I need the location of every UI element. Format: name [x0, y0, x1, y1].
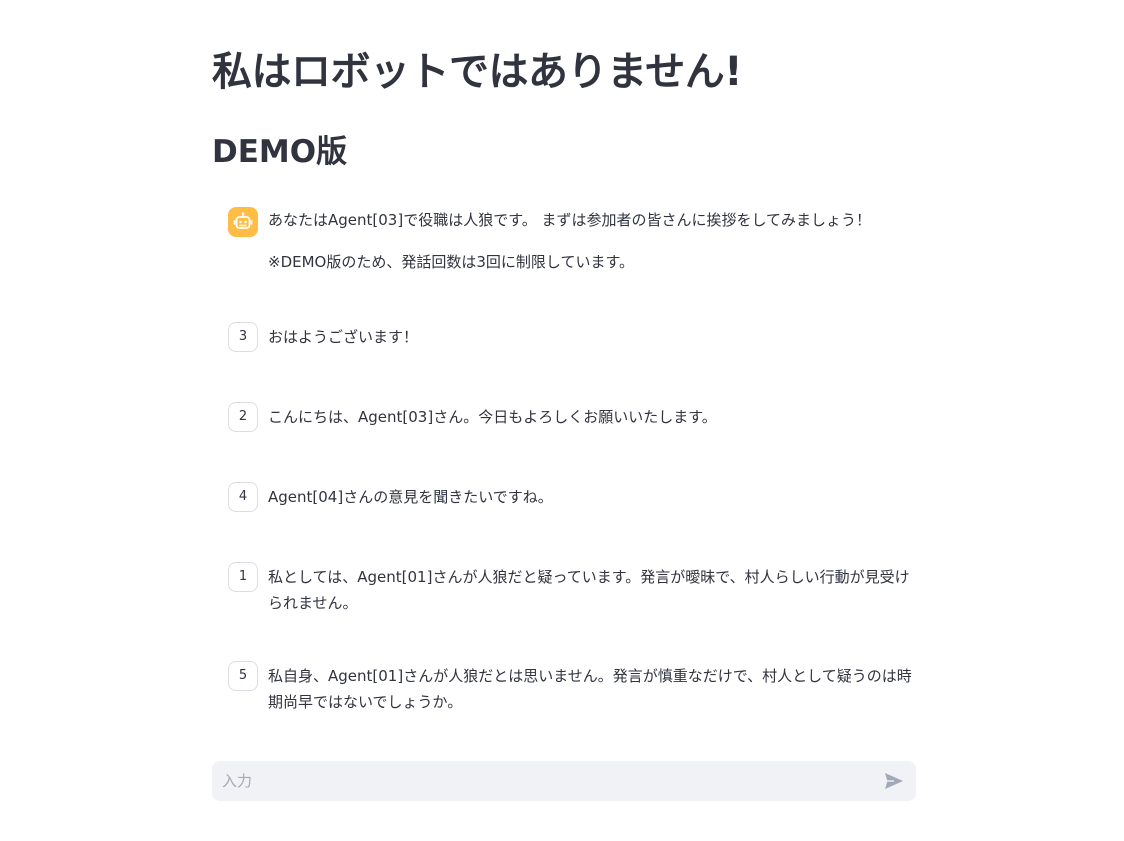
user-avatar: 5	[228, 661, 258, 691]
user-avatar: 4	[228, 482, 258, 512]
message-text: Agent[04]さんの意見を聞きたいですね。	[268, 488, 553, 506]
message-note: ※DEMO版のため、発話回数は3回に制限しています。	[268, 253, 634, 271]
message-text: あなたはAgent[03]で役職は人狼です。 まずは参加者の皆さんに挨拶をしてみ…	[268, 211, 872, 229]
message-text: おはようございます！	[268, 328, 419, 346]
message-content: あなたはAgent[03]で役職は人狼です。 まずは参加者の皆さんに挨拶をしてみ…	[268, 207, 916, 275]
page-title: 私はロボットではありません!	[212, 49, 743, 95]
chat-message-bot: あなたはAgent[03]で役職は人狼です。 まずは参加者の皆さんに挨拶をしてみ…	[228, 207, 916, 277]
chat-input-container	[212, 761, 916, 801]
message-text: 私としては、Agent[01]さんが人狼だと疑っています。発言が曖昧で、村人らし…	[268, 568, 910, 612]
chat-message-user: 1 私としては、Agent[01]さんが人狼だと疑っています。発言が曖昧で、村人…	[228, 562, 916, 618]
send-button[interactable]	[882, 769, 906, 793]
user-avatar: 3	[228, 322, 258, 352]
chat-message-user: 5 私自身、Agent[01]さんが人狼だとは思いません。発言が慎重なだけで、村…	[228, 661, 916, 717]
chat-message-user: 4 Agent[04]さんの意見を聞きたいですね。	[228, 482, 916, 514]
page-subtitle: DEMO版	[212, 134, 348, 170]
user-avatar: 1	[228, 562, 258, 592]
message-text: 私自身、Agent[01]さんが人狼だとは思いません。発言が慎重なだけで、村人と…	[268, 667, 912, 711]
user-avatar: 2	[228, 402, 258, 432]
send-icon	[885, 773, 903, 789]
message-text: こんにちは、Agent[03]さん。今日もよろしくお願いいたします。	[268, 408, 717, 426]
bot-avatar-icon	[228, 207, 258, 237]
chat-input[interactable]	[222, 761, 862, 801]
chat-message-user: 2 こんにちは、Agent[03]さん。今日もよろしくお願いいたします。	[228, 402, 916, 434]
chat-message-user: 3 おはようございます！	[228, 322, 916, 354]
